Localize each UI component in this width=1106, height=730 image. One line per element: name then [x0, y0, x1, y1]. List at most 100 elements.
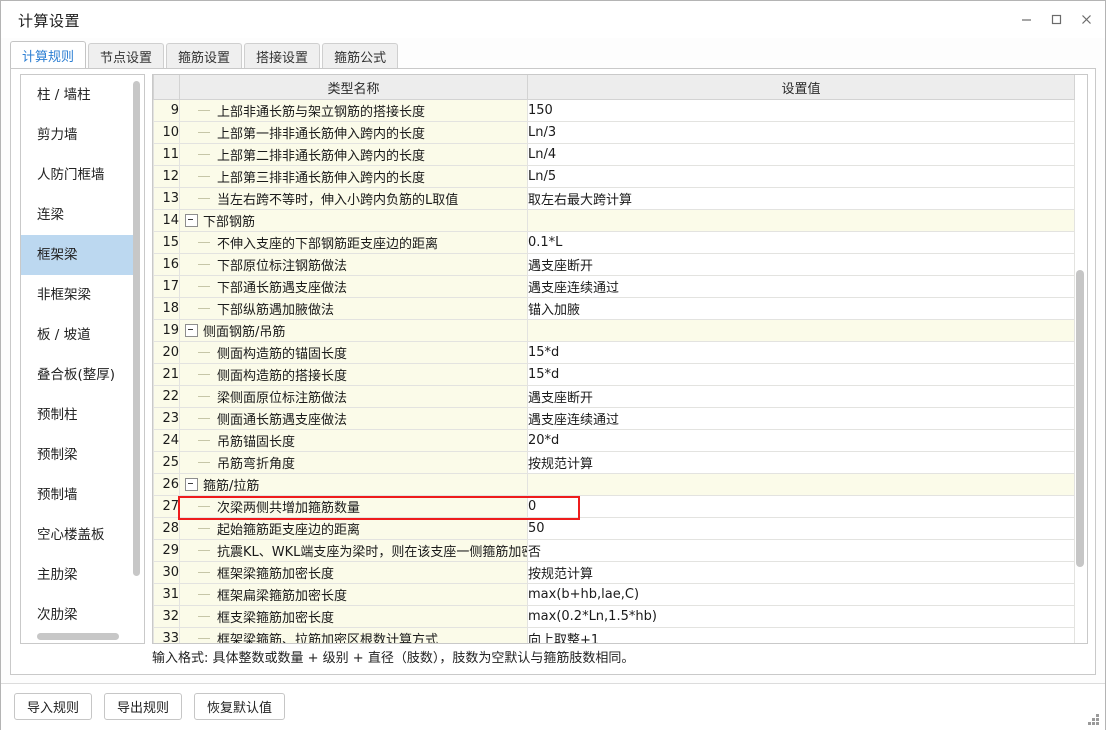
row-name-cell[interactable]: 侧面构造筋的锚固长度: [179, 341, 528, 364]
table-row[interactable]: 30 框架梁箍筋加密长度 按规范计算: [153, 561, 1075, 584]
row-name-cell[interactable]: 侧面通长筋遇支座做法: [179, 407, 528, 430]
sidebar-item-5[interactable]: 非框架梁: [21, 275, 133, 315]
row-value-cell[interactable]: Ln/5: [527, 165, 1075, 188]
row-value-cell[interactable]: 0: [527, 495, 1075, 518]
row-name-cell[interactable]: 梁侧面原位标注筋做法: [179, 385, 528, 408]
table-vertical-scroll-thumb[interactable]: [1076, 270, 1084, 567]
table-row[interactable]: 15 不伸入支座的下部钢筋距支座边的距离 0.1*L: [153, 231, 1075, 254]
row-value-cell[interactable]: Ln/3: [527, 121, 1075, 144]
row-value-cell[interactable]: [527, 319, 1075, 342]
row-name-cell[interactable]: 不伸入支座的下部钢筋距支座边的距离: [179, 231, 528, 254]
maximize-button[interactable]: [1041, 5, 1071, 35]
sidebar-item-9[interactable]: 预制梁: [21, 435, 133, 475]
table-row[interactable]: 18 下部纵筋遇加腋做法 锚入加腋: [153, 297, 1075, 320]
tab-3[interactable]: 搭接设置: [244, 43, 321, 68]
export-rules-button[interactable]: 导出规则: [104, 693, 183, 720]
table-row[interactable]: 31 框架扁梁箍筋加密长度 max(b+hb,lae,C): [153, 583, 1075, 606]
table-row[interactable]: 19 侧面钢筋/吊筋: [153, 319, 1075, 342]
row-name-cell[interactable]: 框架扁梁箍筋加密长度: [179, 583, 528, 606]
row-name-cell[interactable]: 下部钢筋: [179, 209, 528, 232]
row-value-cell[interactable]: 向上取整+1: [527, 627, 1075, 643]
sidebar-item-13[interactable]: 次肋梁: [21, 595, 133, 635]
import-rules-button[interactable]: 导入规则: [14, 693, 93, 720]
table-row[interactable]: 26 箍筋/拉筋: [153, 473, 1075, 496]
table-row[interactable]: 33 框架梁箍筋、拉筋加密区根数计算方式 向上取整+1: [153, 627, 1075, 643]
row-value-cell[interactable]: 15*d: [527, 341, 1075, 364]
table-row[interactable]: 10 上部第一排非通长筋伸入跨内的长度 Ln/3: [153, 121, 1075, 144]
row-value-cell[interactable]: 按规范计算: [527, 451, 1075, 474]
row-name-cell[interactable]: 上部非通长筋与架立钢筋的搭接长度: [179, 99, 528, 122]
sidebar-vertical-scroll-thumb[interactable]: [133, 81, 140, 576]
sidebar-item-1[interactable]: 剪力墙: [21, 115, 133, 155]
table-row[interactable]: 14 下部钢筋: [153, 209, 1075, 232]
tab-4[interactable]: 箍筋公式: [322, 43, 399, 68]
row-value-cell[interactable]: [527, 209, 1075, 232]
row-value-cell[interactable]: 0.1*L: [527, 231, 1075, 254]
row-value-cell[interactable]: 锚入加腋: [527, 297, 1075, 320]
sidebar-item-4[interactable]: 框架梁: [21, 235, 133, 275]
resize-grip-icon[interactable]: [1087, 713, 1100, 726]
collapse-minus-icon[interactable]: [185, 478, 198, 491]
row-value-cell[interactable]: [527, 473, 1075, 496]
collapse-minus-icon[interactable]: [185, 324, 198, 337]
table-row[interactable]: 29 抗震KL、WKL端支座为梁时，则在该支座一侧箍筋加密否: [153, 539, 1075, 562]
row-name-cell[interactable]: 框架梁箍筋加密长度: [179, 561, 528, 584]
row-name-cell[interactable]: 侧面构造筋的搭接长度: [179, 363, 528, 386]
sidebar-item-6[interactable]: 板 / 坡道: [21, 315, 133, 355]
row-name-cell[interactable]: 下部通长筋遇支座做法: [179, 275, 528, 298]
row-value-cell[interactable]: 50: [527, 517, 1075, 540]
row-value-cell[interactable]: 150: [527, 99, 1075, 122]
row-value-cell[interactable]: 按规范计算: [527, 561, 1075, 584]
row-name-cell[interactable]: 上部第二排非通长筋伸入跨内的长度: [179, 143, 528, 166]
row-name-cell[interactable]: 当左右跨不等时，伸入小跨内负筋的L取值: [179, 187, 528, 210]
table-row[interactable]: 11 上部第二排非通长筋伸入跨内的长度 Ln/4: [153, 143, 1075, 166]
tab-0[interactable]: 计算规则: [10, 41, 87, 68]
sidebar-horizontal-scroll-thumb[interactable]: [37, 633, 119, 640]
row-value-cell[interactable]: 取左右最大跨计算: [527, 187, 1075, 210]
table-row[interactable]: 25 吊筋弯折角度 按规范计算: [153, 451, 1075, 474]
sidebar-item-2[interactable]: 人防门框墙: [21, 155, 133, 195]
row-name-cell[interactable]: 吊筋锚固长度: [179, 429, 528, 452]
row-value-cell[interactable]: 遇支座断开: [527, 385, 1075, 408]
restore-defaults-button[interactable]: 恢复默认值: [194, 693, 286, 720]
row-name-cell[interactable]: 下部纵筋遇加腋做法: [179, 297, 528, 320]
row-name-cell[interactable]: 箍筋/拉筋: [179, 473, 528, 496]
row-value-cell[interactable]: max(0.2*Ln,1.5*hb): [527, 605, 1075, 628]
row-name-cell[interactable]: 上部第三排非通长筋伸入跨内的长度: [179, 165, 528, 188]
table-row[interactable]: 12 上部第三排非通长筋伸入跨内的长度 Ln/5: [153, 165, 1075, 188]
row-value-cell[interactable]: Ln/4: [527, 143, 1075, 166]
table-row[interactable]: 23 侧面通长筋遇支座做法 遇支座连续通过: [153, 407, 1075, 430]
row-name-cell[interactable]: 起始箍筋距支座边的距离: [179, 517, 528, 540]
row-name-cell[interactable]: 框支梁箍筋加密长度: [179, 605, 528, 628]
table-row[interactable]: 13 当左右跨不等时，伸入小跨内负筋的L取值 取左右最大跨计算: [153, 187, 1075, 210]
table-row[interactable]: 21 侧面构造筋的搭接长度 15*d: [153, 363, 1075, 386]
close-button[interactable]: [1071, 5, 1101, 35]
row-value-cell[interactable]: max(b+hb,lae,C): [527, 583, 1075, 606]
row-value-cell[interactable]: 否: [527, 539, 1075, 562]
table-row[interactable]: 17 下部通长筋遇支座做法 遇支座连续通过: [153, 275, 1075, 298]
column-header-index[interactable]: [153, 75, 180, 100]
sidebar-item-11[interactable]: 空心楼盖板: [21, 515, 133, 555]
table-row[interactable]: 20 侧面构造筋的锚固长度 15*d: [153, 341, 1075, 364]
sidebar-item-12[interactable]: 主肋梁: [21, 555, 133, 595]
row-value-cell[interactable]: 遇支座连续通过: [527, 275, 1075, 298]
row-value-cell[interactable]: 遇支座断开: [527, 253, 1075, 276]
column-header-type-name[interactable]: 类型名称: [179, 75, 528, 100]
table-row[interactable]: 32 框支梁箍筋加密长度 max(0.2*Ln,1.5*hb): [153, 605, 1075, 628]
table-row[interactable]: 27 次梁两侧共增加箍筋数量 0: [153, 495, 1075, 518]
table-row[interactable]: 24 吊筋锚固长度 20*d: [153, 429, 1075, 452]
table-row[interactable]: 9 上部非通长筋与架立钢筋的搭接长度 150: [153, 99, 1075, 122]
row-value-cell[interactable]: 20*d: [527, 429, 1075, 452]
sidebar-item-10[interactable]: 预制墙: [21, 475, 133, 515]
table-row[interactable]: 28 起始箍筋距支座边的距离 50: [153, 517, 1075, 540]
row-name-cell[interactable]: 侧面钢筋/吊筋: [179, 319, 528, 342]
row-name-cell[interactable]: 吊筋弯折角度: [179, 451, 528, 474]
column-header-value[interactable]: 设置值: [527, 75, 1075, 100]
minimize-button[interactable]: [1011, 5, 1041, 35]
row-name-cell[interactable]: 上部第一排非通长筋伸入跨内的长度: [179, 121, 528, 144]
tab-2[interactable]: 箍筋设置: [166, 43, 243, 68]
row-value-cell[interactable]: 15*d: [527, 363, 1075, 386]
sidebar-item-7[interactable]: 叠合板(整厚): [21, 355, 133, 395]
collapse-minus-icon[interactable]: [185, 214, 198, 227]
sidebar-vertical-scrollbar[interactable]: [133, 77, 142, 629]
